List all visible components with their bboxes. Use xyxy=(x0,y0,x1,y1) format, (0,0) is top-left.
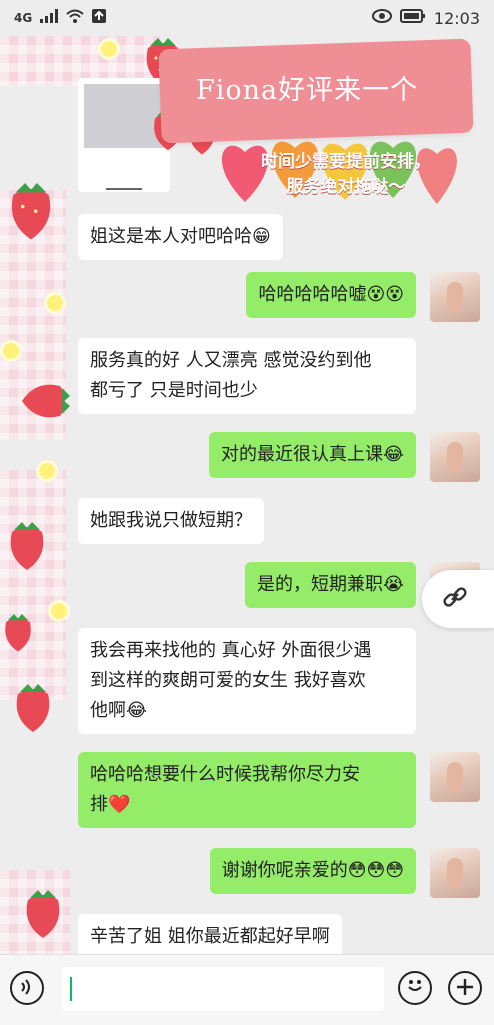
eye-icon xyxy=(371,9,392,27)
emoji-icon xyxy=(404,974,426,1002)
banner-subtitle: 时间少需要提前安排， 服务绝对拖哒～ xyxy=(226,150,466,200)
message-text-line: 哈哈哈想要什么时候我帮你尽力安 xyxy=(90,764,360,785)
yellow-dot-sticker xyxy=(48,600,70,622)
message-text-line: 我会再来找他的 真心好 外面很少遇 xyxy=(90,640,372,661)
message-text-line: 排❤️ xyxy=(90,794,131,815)
voice-button[interactable] xyxy=(10,971,44,1005)
signal-bars-icon xyxy=(40,9,59,27)
my-avatar[interactable] xyxy=(430,848,480,898)
voice-icon xyxy=(18,974,36,1002)
strawberry-icon xyxy=(16,378,74,424)
message-text-line: 他啊😂 xyxy=(90,700,148,721)
link-button[interactable] xyxy=(422,570,494,628)
status-right: 12:03 xyxy=(371,8,480,28)
message-text: 她跟我说只做短期？ xyxy=(90,510,252,531)
message-text: 姐这是本人对吧哈哈😁 xyxy=(90,226,271,247)
strawberry-icon xyxy=(20,886,66,944)
strawberry-icon xyxy=(4,178,58,246)
banner-subtitle-line2: 服务绝对拖哒～ xyxy=(286,177,406,197)
message-text: 谢谢你呢亲爱的😳😳😳 xyxy=(221,860,404,881)
battery-icon xyxy=(399,9,426,27)
plus-icon xyxy=(456,974,474,1002)
message-bubble-outgoing[interactable]: 对的最近很认真上课😂 xyxy=(208,432,416,478)
status-left: 4G xyxy=(14,9,107,27)
message-text: 辛苦了姐 姐你最近都起好早啊 xyxy=(90,926,330,947)
my-avatar[interactable] xyxy=(430,752,480,802)
signal-icon: 4G xyxy=(14,11,33,25)
my-avatar[interactable] xyxy=(430,432,480,482)
plus-button[interactable] xyxy=(448,971,482,1005)
status-time: 12:03 xyxy=(433,8,480,28)
yellow-dot-sticker xyxy=(0,340,22,362)
message-bubble-outgoing[interactable]: 哈哈哈想要什么时候我帮你尽力安 排❤️ xyxy=(78,752,416,828)
message-bubble-incoming[interactable]: 我会再来找他的 真心好 外面很少遇 到这样的爽朗可爱的女生 我好喜欢 他啊😂 xyxy=(78,628,416,734)
banner-subtitle-line1: 时间少需要提前安排， xyxy=(261,152,431,172)
wifi-icon xyxy=(66,9,84,27)
message-bubble-outgoing[interactable]: 谢谢你呢亲爱的😳😳😳 xyxy=(209,848,416,894)
message-bubble-incoming[interactable]: 姐这是本人对吧哈哈😁 xyxy=(78,214,283,260)
strawberry-icon xyxy=(0,610,36,658)
message-bubble-outgoing[interactable]: 是的，短期兼职😭 xyxy=(244,562,416,608)
plaid-sticker xyxy=(0,470,66,700)
message-bubble-incoming[interactable]: 服务真的好 人又漂亮 感觉没约到他 都亏了 只是时间也少 xyxy=(78,338,416,414)
message-bubble-incoming[interactable]: 她跟我说只做短期？ xyxy=(78,498,264,544)
strawberry-icon xyxy=(4,518,50,576)
card-divider xyxy=(106,188,142,190)
banner-title: Fiona好评来一个 xyxy=(196,75,419,106)
message-input[interactable] xyxy=(62,967,384,1011)
strawberry-icon xyxy=(10,680,56,738)
message-text: 是的，短期兼职😭 xyxy=(256,574,404,595)
yellow-dot-sticker xyxy=(36,460,58,482)
my-avatar[interactable] xyxy=(430,272,480,322)
yellow-dot-sticker xyxy=(44,292,66,314)
status-bar: 4G 12:03 xyxy=(0,0,494,36)
message-text-line: 服务真的好 人又漂亮 感觉没约到他 xyxy=(90,350,372,371)
chat-input-bar xyxy=(0,954,494,1025)
message-text-line: 都亏了 只是时间也少 xyxy=(90,380,258,401)
upload-icon xyxy=(92,9,107,27)
yellow-dot-sticker xyxy=(98,38,120,60)
emoji-button[interactable] xyxy=(398,971,432,1005)
message-text: 对的最近很认真上课😂 xyxy=(220,444,404,465)
link-icon xyxy=(442,584,468,614)
message-text-line: 到这样的爽朗可爱的女生 我好喜欢 xyxy=(90,670,366,691)
message-text: 哈哈哈哈哈嘘😵😵 xyxy=(258,284,404,305)
text-caret xyxy=(70,977,72,1001)
message-bubble-outgoing[interactable]: 哈哈哈哈哈嘘😵😵 xyxy=(246,272,416,318)
